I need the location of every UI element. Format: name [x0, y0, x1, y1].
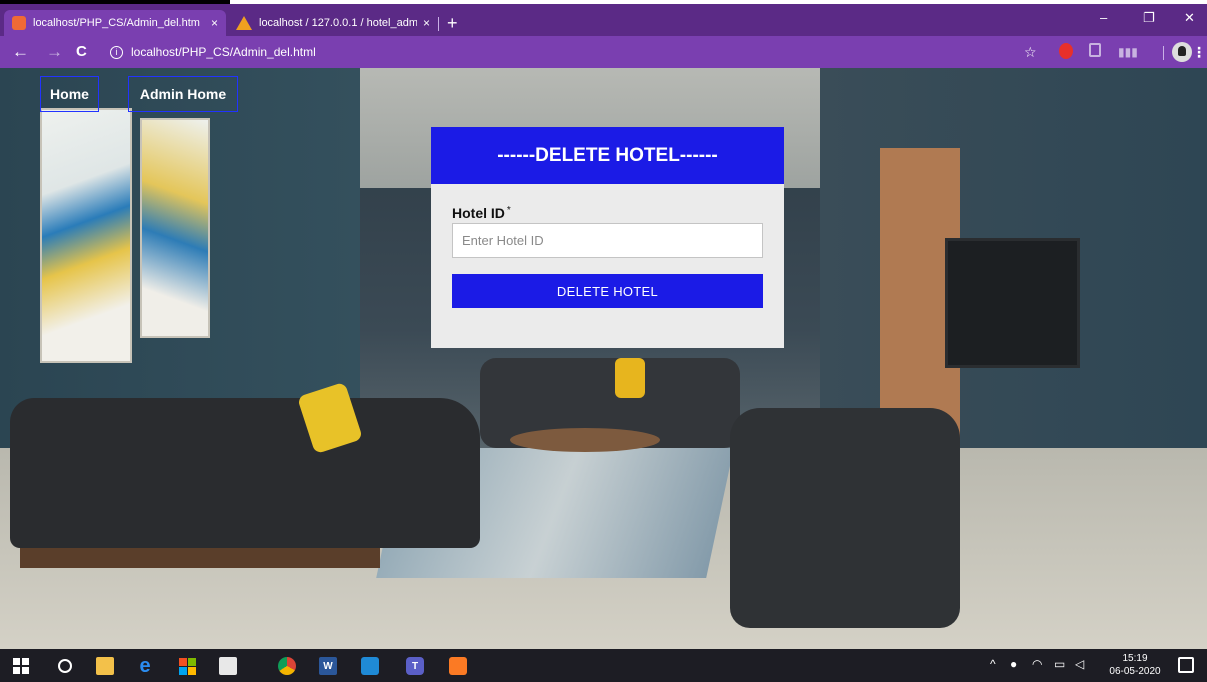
wifi-icon[interactable]: ◠ — [1032, 657, 1042, 671]
background-sofa — [10, 398, 480, 548]
phpmyadmin-favicon-icon — [236, 16, 252, 30]
form-body: Hotel ID* DELETE HOTEL — [431, 184, 784, 308]
background-painting-left — [40, 108, 132, 363]
tab-admin-del[interactable]: localhost/PHP_CS/Admin_del.htm × — [4, 10, 226, 36]
network-warning-icon[interactable]: ● — [1010, 657, 1017, 671]
extension-box-icon[interactable] — [1089, 43, 1101, 57]
app-icon[interactable] — [219, 657, 237, 675]
home-link[interactable]: Home — [40, 76, 99, 112]
search-icon[interactable] — [56, 657, 74, 675]
battery-icon[interactable]: ▭ — [1054, 657, 1065, 671]
forward-button[interactable]: → — [46, 42, 63, 62]
url-text: localhost/PHP_CS/Admin_del.html — [131, 45, 316, 59]
background-cushion — [615, 358, 645, 398]
file-explorer-icon[interactable] — [96, 657, 114, 675]
toolbar-separator — [1163, 46, 1164, 60]
chrome-icon[interactable] — [278, 657, 296, 675]
volume-icon[interactable]: ◁ — [1075, 657, 1084, 671]
browser-toolbar: ← → C i localhost/PHP_CS/Admin_del.html … — [0, 36, 1207, 68]
profile-avatar-icon[interactable] — [1172, 42, 1192, 62]
required-mark: * — [506, 205, 511, 216]
tray-chevron-icon[interactable]: ^ — [990, 657, 996, 671]
extension-red-icon[interactable] — [1059, 43, 1073, 59]
xampp-icon[interactable] — [449, 657, 467, 675]
tab-title: localhost/PHP_CS/Admin_del.htm — [33, 17, 200, 29]
restore-button[interactable]: ❐ — [1143, 10, 1155, 26]
info-icon[interactable]: i — [110, 45, 123, 59]
address-bar[interactable]: i localhost/PHP_CS/Admin_del.html — [110, 42, 316, 62]
windows-start-icon[interactable] — [12, 657, 30, 675]
clock-time: 15:19 — [1122, 653, 1148, 664]
notification-icon[interactable] — [1178, 657, 1194, 673]
extension-bars-icon[interactable]: ▮▮▮ — [1118, 43, 1138, 61]
tab-phpmyadmin[interactable]: localhost / 127.0.0.1 / hotel_adm × — [228, 10, 438, 36]
tab-separator — [438, 17, 439, 31]
word-icon[interactable]: W — [319, 657, 337, 675]
bookmark-star-icon[interactable]: ☆ — [1024, 43, 1037, 61]
tab-close-icon[interactable]: × — [211, 16, 218, 30]
admin-home-link[interactable]: Admin Home — [128, 76, 238, 112]
hotel-id-label: Hotel ID * — [452, 205, 763, 223]
reload-button[interactable]: C — [76, 42, 87, 62]
delete-hotel-card: ------DELETE HOTEL------ Hotel ID* DELET… — [431, 127, 784, 348]
edge-icon[interactable]: e — [136, 655, 154, 677]
hotel-id-input[interactable] — [452, 223, 763, 258]
background-coffee-table — [510, 428, 660, 452]
teams-icon[interactable]: T — [406, 657, 424, 675]
background-chair — [730, 408, 960, 628]
minimize-button[interactable]: – — [1100, 10, 1107, 25]
tab-title: localhost / 127.0.0.1 / hotel_adm — [259, 17, 417, 29]
background-painting-right — [140, 118, 210, 338]
paint-icon[interactable] — [361, 657, 379, 675]
page-viewport: Home Admin Home ------DELETE HOTEL------… — [0, 68, 1207, 649]
background-tv — [945, 238, 1080, 368]
store-icon[interactable] — [178, 657, 196, 675]
taskbar-clock[interactable]: 15:19 06-05-2020 — [1105, 652, 1165, 678]
windows-taskbar: e W T ^ ● ◠ ▭ ◁ 15:19 06-05-2020 — [0, 649, 1207, 682]
tab-close-icon[interactable]: × — [423, 16, 430, 30]
browser-tab-strip: localhost/PHP_CS/Admin_del.htm × localho… — [0, 4, 1207, 36]
new-tab-button[interactable]: + — [447, 12, 458, 34]
back-button[interactable]: ← — [12, 42, 29, 62]
close-window-button[interactable]: ✕ — [1184, 10, 1195, 26]
hotel-id-label-text: Hotel ID — [452, 205, 505, 221]
delete-hotel-button[interactable]: DELETE HOTEL — [452, 274, 763, 308]
xampp-favicon-icon — [12, 16, 26, 30]
background-wood-base — [20, 548, 380, 568]
clock-date: 06-05-2020 — [1109, 666, 1161, 677]
browser-menu-icon[interactable]: ⋮ — [1192, 43, 1206, 61]
form-title: ------DELETE HOTEL------ — [431, 127, 784, 184]
